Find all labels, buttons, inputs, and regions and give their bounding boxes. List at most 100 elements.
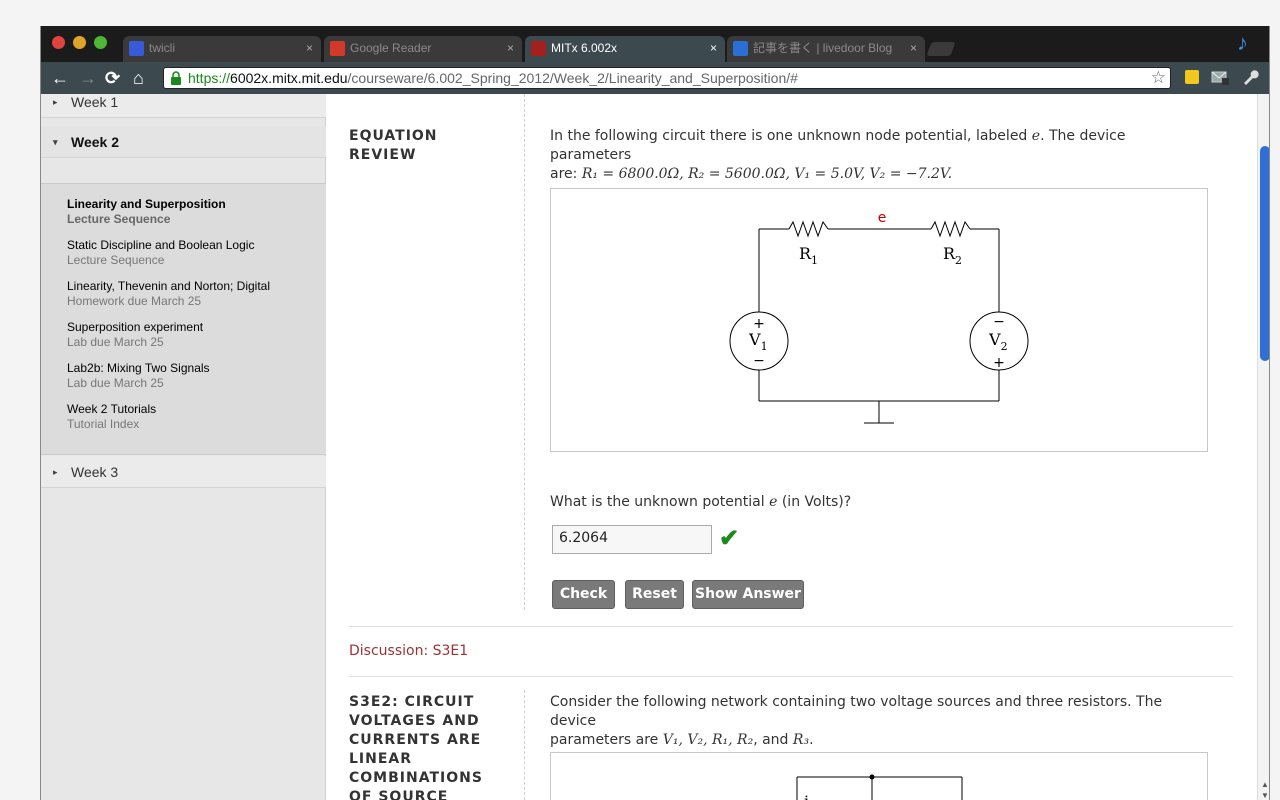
desktop-background bbox=[0, 0, 1280, 26]
sequence-title: Week 2 Tutorials bbox=[67, 402, 157, 416]
close-icon[interactable]: × bbox=[507, 36, 514, 60]
problem-title: EQUATION REVIEW bbox=[349, 128, 438, 163]
triangle-right-icon: ▸ bbox=[53, 467, 58, 477]
sequence-title: Linearity and Superposition bbox=[67, 197, 226, 211]
current-label: i1 bbox=[804, 792, 816, 800]
week-label: Week 2 bbox=[71, 134, 119, 150]
sequence-thevenin-norton[interactable]: Linearity, Thevenin and Norton; Digital … bbox=[67, 279, 317, 309]
circuit-diagram: i1 bbox=[550, 752, 1208, 800]
node-label: e bbox=[878, 210, 887, 226]
sequence-lab2b[interactable]: Lab2b: Mixing Two Signals Lab due March … bbox=[67, 361, 317, 391]
tab-title: 記事を書く | livedoor Blog bbox=[753, 41, 893, 55]
check-button[interactable]: Check bbox=[552, 580, 615, 609]
week-label: Week 1 bbox=[71, 94, 119, 110]
sequence-title: Linearity, Thevenin and Norton; Digital bbox=[67, 279, 271, 293]
problem-title: S3E2: CIRCUIT VOLTAGES AND CURRENTS ARE … bbox=[349, 694, 483, 800]
problem-intro: In the following circuit there is one un… bbox=[550, 127, 1210, 184]
tab-title: MITx 6.002x bbox=[551, 41, 618, 55]
course-content: EQUATION REVIEW In the following circuit… bbox=[327, 94, 1257, 800]
tab-strip: twicli × Google Reader × MITx 6.002x × 記… bbox=[41, 26, 1269, 63]
intro-and: , and bbox=[753, 732, 793, 748]
close-icon[interactable]: × bbox=[910, 36, 917, 60]
circuit-schematic: i1 bbox=[796, 774, 963, 800]
minimize-window-button[interactable] bbox=[73, 36, 86, 49]
sequence-linearity-superposition[interactable]: Linearity and Superposition Lecture Sequ… bbox=[67, 197, 317, 227]
forward-arrow-icon[interactable]: → bbox=[79, 66, 97, 90]
v2-plus: + bbox=[993, 355, 1005, 371]
v1-minus: − bbox=[753, 353, 765, 369]
mail-icon[interactable] bbox=[1211, 68, 1229, 86]
close-icon[interactable]: × bbox=[710, 36, 717, 60]
device-parameters: V₁, V₂, R₁, R₂ bbox=[662, 732, 754, 748]
home-icon[interactable]: ⌂ bbox=[133, 66, 144, 90]
triangle-down-icon: ▾ bbox=[53, 137, 58, 147]
v1-label: V1 bbox=[748, 330, 768, 353]
lock-icon bbox=[171, 71, 181, 85]
bookmark-star-icon[interactable]: ☆ bbox=[1151, 68, 1166, 88]
wrench-icon[interactable] bbox=[1241, 68, 1259, 86]
week-2[interactable]: ▾ Week 2 bbox=[41, 126, 326, 158]
question-lead: What is the unknown potential bbox=[550, 494, 770, 510]
intro-variable: e bbox=[1031, 128, 1041, 144]
reset-button[interactable]: Reset bbox=[625, 580, 684, 609]
last-parameter: R₃ bbox=[792, 732, 810, 748]
sequence-superposition-experiment[interactable]: Superposition experiment Lab due March 2… bbox=[67, 320, 317, 350]
sequence-static-discipline[interactable]: Static Discipline and Boolean Logic Lect… bbox=[67, 238, 317, 268]
correct-check-icon: ✔ bbox=[719, 525, 740, 552]
week-1[interactable]: ▸ Week 1 bbox=[41, 94, 326, 118]
v2-minus: − bbox=[993, 314, 1005, 330]
tab-livedoor[interactable]: 記事を書く | livedoor Blog × bbox=[727, 36, 925, 62]
answer-input[interactable]: 6.2064 bbox=[552, 525, 712, 554]
tab-twicli[interactable]: twicli × bbox=[123, 36, 321, 62]
intro-text-2: parameters are bbox=[550, 732, 663, 748]
v2-label: V2 bbox=[988, 330, 1008, 353]
tab-google-reader[interactable]: Google Reader × bbox=[324, 36, 522, 62]
zoom-window-button[interactable] bbox=[94, 36, 107, 49]
sequence-title: Static Discipline and Boolean Logic bbox=[67, 238, 255, 252]
week-label: Week 3 bbox=[71, 464, 119, 480]
section-separator bbox=[349, 676, 1233, 677]
browser-window: twicli × Google Reader × MITx 6.002x × 記… bbox=[40, 26, 1270, 800]
scroll-thumb[interactable] bbox=[1260, 146, 1269, 361]
back-arrow-icon[interactable]: ← bbox=[51, 66, 69, 90]
scroll-down-icon[interactable]: ▼ bbox=[1261, 791, 1269, 800]
url-scheme: https:// bbox=[188, 70, 231, 86]
close-icon[interactable]: × bbox=[306, 36, 313, 60]
sequence-week2-tutorials[interactable]: Week 2 Tutorials Tutorial Index bbox=[67, 402, 317, 432]
url-host: 6002x.mitx.mit.edu bbox=[230, 70, 348, 86]
reload-icon[interactable]: ⟳ bbox=[105, 66, 120, 90]
sequence-meta: Lecture Sequence bbox=[67, 253, 165, 267]
google-reader-icon bbox=[330, 41, 345, 56]
address-bar[interactable]: https://6002x.mitx.mit.edu/courseware/6.… bbox=[163, 67, 1171, 89]
question-tail: (in Volts)? bbox=[777, 494, 852, 510]
section-separator bbox=[349, 626, 1233, 627]
page-viewport: ▸ Week 1 ▾ Week 2 Linearity and Superpos… bbox=[41, 94, 1257, 800]
sequence-meta: Homework due March 25 bbox=[67, 294, 202, 308]
week-2-sequences: Linearity and Superposition Lecture Sequ… bbox=[41, 183, 326, 455]
intro-text: Consider the following network containin… bbox=[550, 694, 1163, 729]
sequence-meta: Lab due March 25 bbox=[67, 376, 164, 390]
tab-title: twicli bbox=[149, 41, 175, 55]
intro-text: In the following circuit there is one un… bbox=[550, 128, 1032, 144]
scroll-up-icon[interactable]: ▲ bbox=[1261, 780, 1269, 789]
sequence-title: Lab2b: Mixing Two Signals bbox=[67, 361, 210, 375]
close-window-button[interactable] bbox=[52, 36, 65, 49]
sequence-title: Superposition experiment bbox=[67, 320, 204, 334]
discussion-link[interactable]: Discussion: S3E1 bbox=[349, 643, 468, 659]
sequence-meta: Lecture Sequence bbox=[67, 212, 171, 226]
new-tab-button[interactable] bbox=[926, 42, 956, 56]
show-answer-button[interactable]: Show Answer bbox=[692, 580, 804, 609]
intro-end: . bbox=[809, 732, 814, 748]
triangle-right-icon: ▸ bbox=[53, 97, 58, 107]
tab-mitx[interactable]: MITx 6.002x × bbox=[525, 36, 725, 63]
circuit-diagram: e R1 R2 + V1 − − V2 + bbox=[550, 188, 1208, 452]
question-text: What is the unknown potential e (in Volt… bbox=[550, 493, 1210, 512]
sequence-meta: Tutorial Index bbox=[67, 417, 140, 431]
r1-label: R1 bbox=[799, 244, 818, 267]
week-3[interactable]: ▸ Week 3 bbox=[41, 456, 326, 488]
problem-divider bbox=[524, 94, 525, 610]
livedoor-icon bbox=[733, 41, 748, 56]
note-icon[interactable] bbox=[1183, 68, 1201, 86]
desktop-background-right bbox=[1270, 0, 1280, 800]
vertical-scrollbar[interactable]: ▲ ▼ bbox=[1257, 94, 1269, 800]
